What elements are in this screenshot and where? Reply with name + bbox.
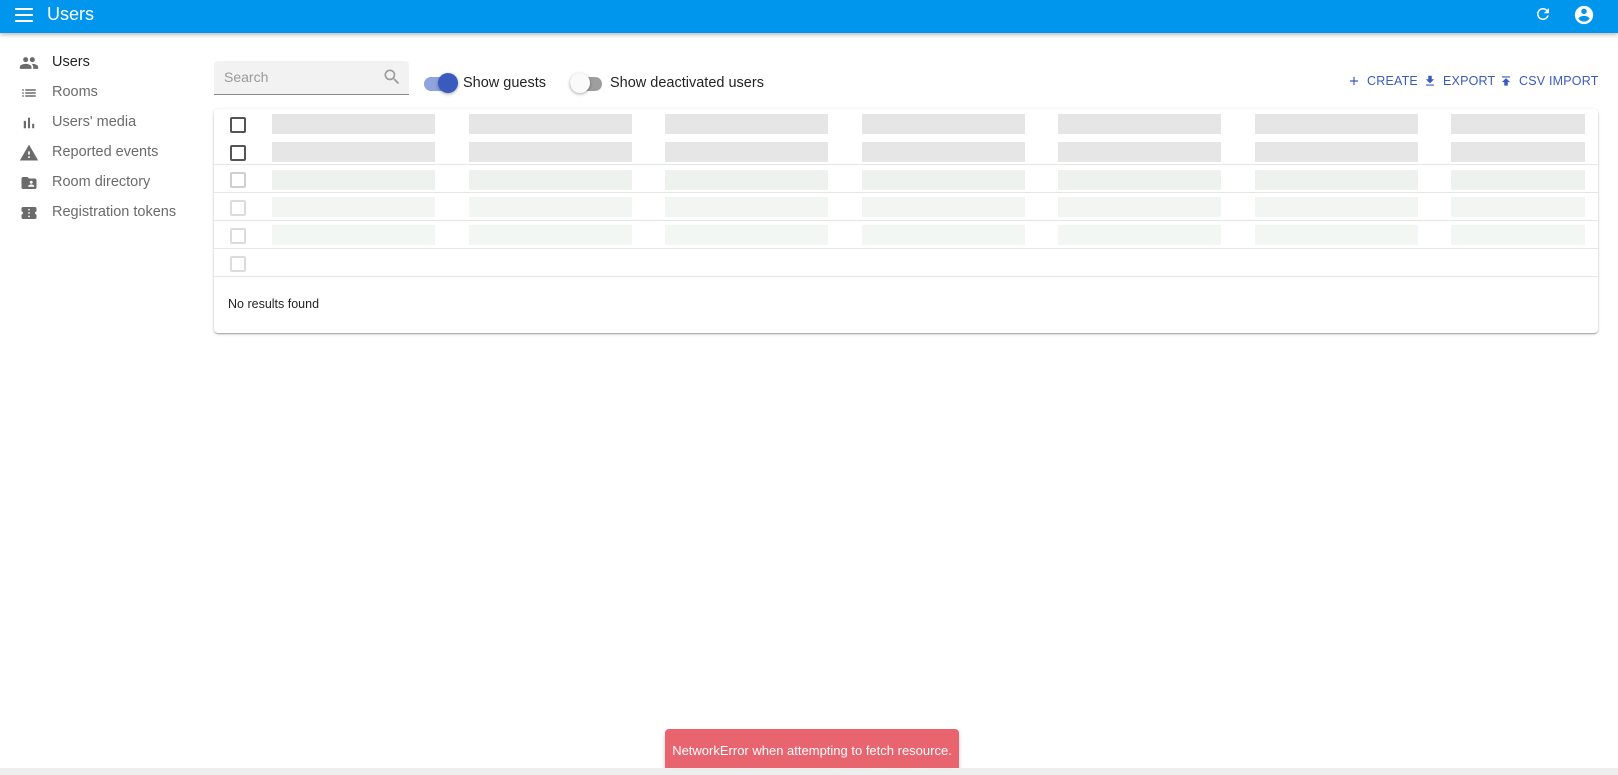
show-guests-label: Show guests [463, 75, 547, 91]
warning-icon [19, 143, 39, 163]
loading-placeholder [272, 142, 435, 162]
loading-placeholder [1058, 197, 1221, 217]
row-checkbox[interactable] [230, 228, 246, 244]
sidebar-item-room-directory[interactable]: Room directory [0, 168, 200, 198]
sidebar-item-users[interactable]: Users [0, 48, 200, 78]
loading-placeholder [1451, 225, 1585, 245]
sidebar-item-label: Users' media [52, 114, 137, 130]
loading-placeholder [1255, 225, 1418, 245]
loading-placeholder [1058, 225, 1221, 245]
create-button[interactable]: CREATE [1346, 72, 1418, 90]
sidebar-item-users-media[interactable]: Users' media [0, 108, 200, 138]
loading-placeholder [469, 114, 632, 134]
refresh-icon [1536, 7, 1549, 20]
menu-button[interactable] [12, 3, 36, 27]
loading-placeholder [469, 142, 632, 162]
loading-placeholder [1451, 170, 1585, 190]
empty-message: No results found [228, 297, 320, 311]
refresh-button[interactable] [1531, 2, 1555, 26]
loading-placeholder [1451, 142, 1585, 162]
loading-placeholder [862, 225, 1025, 245]
users-table: No results found [214, 109, 1598, 333]
row-checkbox[interactable] [230, 172, 246, 188]
loading-placeholder [665, 114, 828, 134]
table-row [214, 249, 1598, 277]
folder-shared-icon [19, 173, 39, 193]
row-checkbox[interactable] [230, 145, 246, 161]
loading-placeholder [862, 114, 1025, 134]
csv-import-label: CSV IMPORT [1519, 74, 1599, 88]
row-checkbox[interactable] [230, 256, 246, 272]
loading-placeholder [862, 142, 1025, 162]
menu-icon [15, 8, 33, 22]
sidebar-item-label: Registration tokens [52, 204, 177, 220]
loading-placeholder [1255, 170, 1418, 190]
sidebar-item-reported-events[interactable]: Reported events [0, 138, 200, 168]
loading-placeholder [272, 197, 435, 217]
loading-placeholder [1058, 170, 1221, 190]
snackbar-message: NetworkError when attempting to fetch re… [672, 742, 952, 758]
loading-placeholder [1058, 114, 1221, 134]
loading-placeholder [1255, 142, 1418, 162]
search-field[interactable] [214, 61, 409, 95]
account-circle-icon [1574, 5, 1594, 25]
list-icon [19, 83, 39, 103]
loading-placeholder [469, 170, 632, 190]
plus-icon [1346, 73, 1362, 89]
sidebar-item-label: Users [52, 54, 90, 70]
download-icon [1422, 73, 1438, 89]
loading-placeholder [469, 225, 632, 245]
loading-placeholder [272, 170, 435, 190]
select-all-checkbox[interactable] [230, 117, 246, 133]
loading-placeholder [1451, 197, 1585, 217]
search-icon [384, 69, 400, 85]
upload-icon [1498, 73, 1514, 89]
loading-placeholder [665, 225, 828, 245]
page-title: Users [47, 4, 95, 24]
loading-placeholder [862, 170, 1025, 190]
export-label: EXPORT [1443, 74, 1496, 88]
csv-import-button[interactable]: CSV IMPORT [1498, 72, 1599, 90]
loading-placeholder [862, 197, 1025, 217]
loading-placeholder [469, 197, 632, 217]
sidebar-item-label: Room directory [52, 174, 151, 190]
search-input[interactable] [224, 67, 374, 87]
app-bar: Users [0, 0, 1618, 33]
sidebar-item-registration-tokens[interactable]: Registration tokens [0, 198, 200, 228]
people-icon [19, 53, 39, 73]
error-snackbar: NetworkError when attempting to fetch re… [665, 729, 959, 771]
loading-placeholder [1255, 197, 1418, 217]
sidebar-item-rooms[interactable]: Rooms [0, 78, 200, 108]
account-button[interactable] [1571, 2, 1597, 28]
create-label: CREATE [1367, 74, 1418, 88]
loading-placeholder [272, 114, 435, 134]
export-button[interactable]: EXPORT [1422, 72, 1495, 90]
ticket-icon [19, 203, 39, 223]
show-guests-toggle[interactable] [424, 73, 458, 95]
show-deactivated-toggle[interactable] [570, 73, 604, 95]
loading-placeholder [665, 142, 828, 162]
loading-placeholder [272, 225, 435, 245]
page-bottom-edge [0, 768, 1618, 775]
bar-chart-icon [19, 113, 39, 133]
loading-placeholder [665, 170, 828, 190]
row-checkbox[interactable] [230, 200, 246, 216]
loading-placeholder [665, 197, 828, 217]
loading-placeholder [1058, 142, 1221, 162]
sidebar-item-label: Rooms [52, 84, 98, 100]
show-deactivated-label: Show deactivated users [610, 75, 764, 91]
sidebar-item-label: Reported events [52, 144, 159, 160]
loading-placeholder [1255, 114, 1418, 134]
loading-placeholder [1451, 114, 1585, 134]
